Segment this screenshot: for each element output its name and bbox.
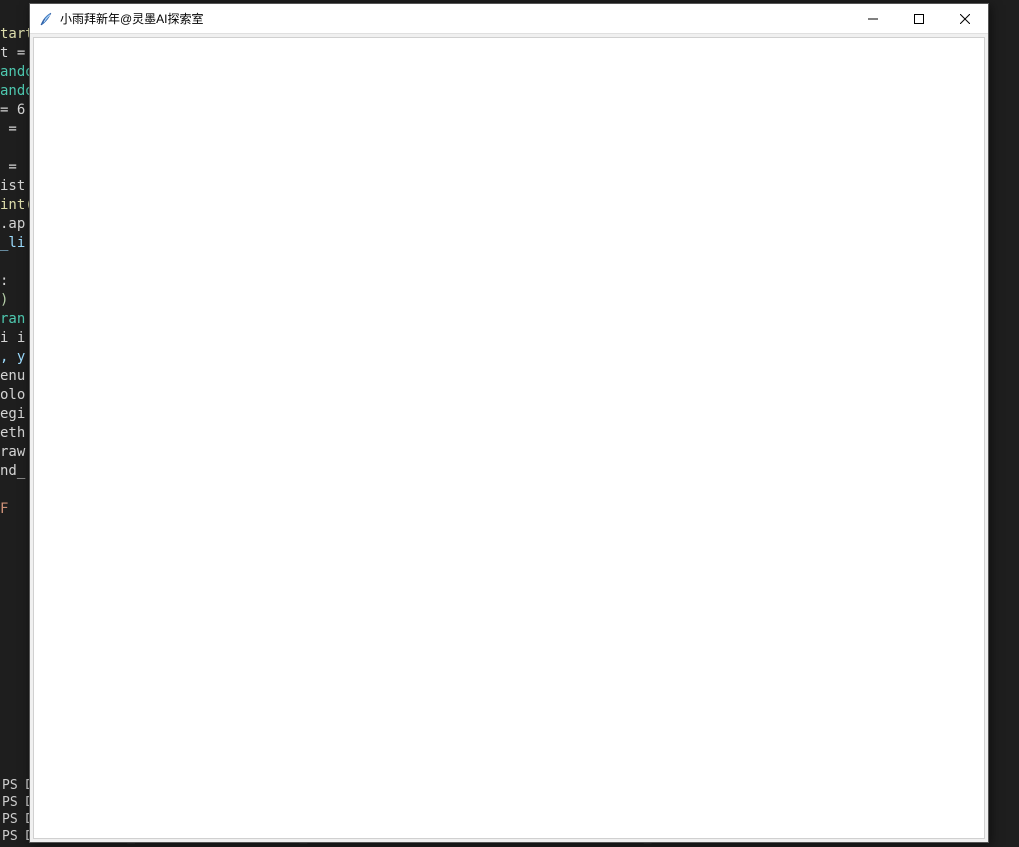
code-token: : <box>0 273 8 289</box>
code-token: , y <box>0 349 25 365</box>
code-token: ist <box>0 178 25 194</box>
code-token: _li <box>0 235 25 251</box>
code-token: ran <box>0 311 25 327</box>
maximize-button[interactable] <box>896 4 942 34</box>
close-button[interactable] <box>942 4 988 34</box>
code-token: enu <box>0 368 25 384</box>
code-token: raw <box>0 444 25 460</box>
code-token: = <box>0 159 25 175</box>
code-token: egi <box>0 406 25 422</box>
code-token: = 6 <box>0 102 25 118</box>
code-token: .ap <box>0 216 25 232</box>
code-token: nd_ <box>0 463 25 479</box>
turtle-canvas[interactable] <box>33 37 985 839</box>
code-token: = <box>0 121 25 137</box>
title-bar[interactable]: 小雨拜新年@灵墨AI探索室 <box>30 4 988 34</box>
window-title: 小雨拜新年@灵墨AI探索室 <box>60 10 850 27</box>
window-controls <box>850 4 988 33</box>
code-token: ) <box>0 292 8 308</box>
code-token: F <box>0 501 8 517</box>
tk-feather-icon <box>38 11 54 27</box>
minimize-button[interactable] <box>850 4 896 34</box>
code-token: i i <box>0 330 25 346</box>
code-token: olo <box>0 387 25 403</box>
code-token: eth <box>0 425 25 441</box>
turtle-window: 小雨拜新年@灵墨AI探索室 <box>29 3 989 843</box>
